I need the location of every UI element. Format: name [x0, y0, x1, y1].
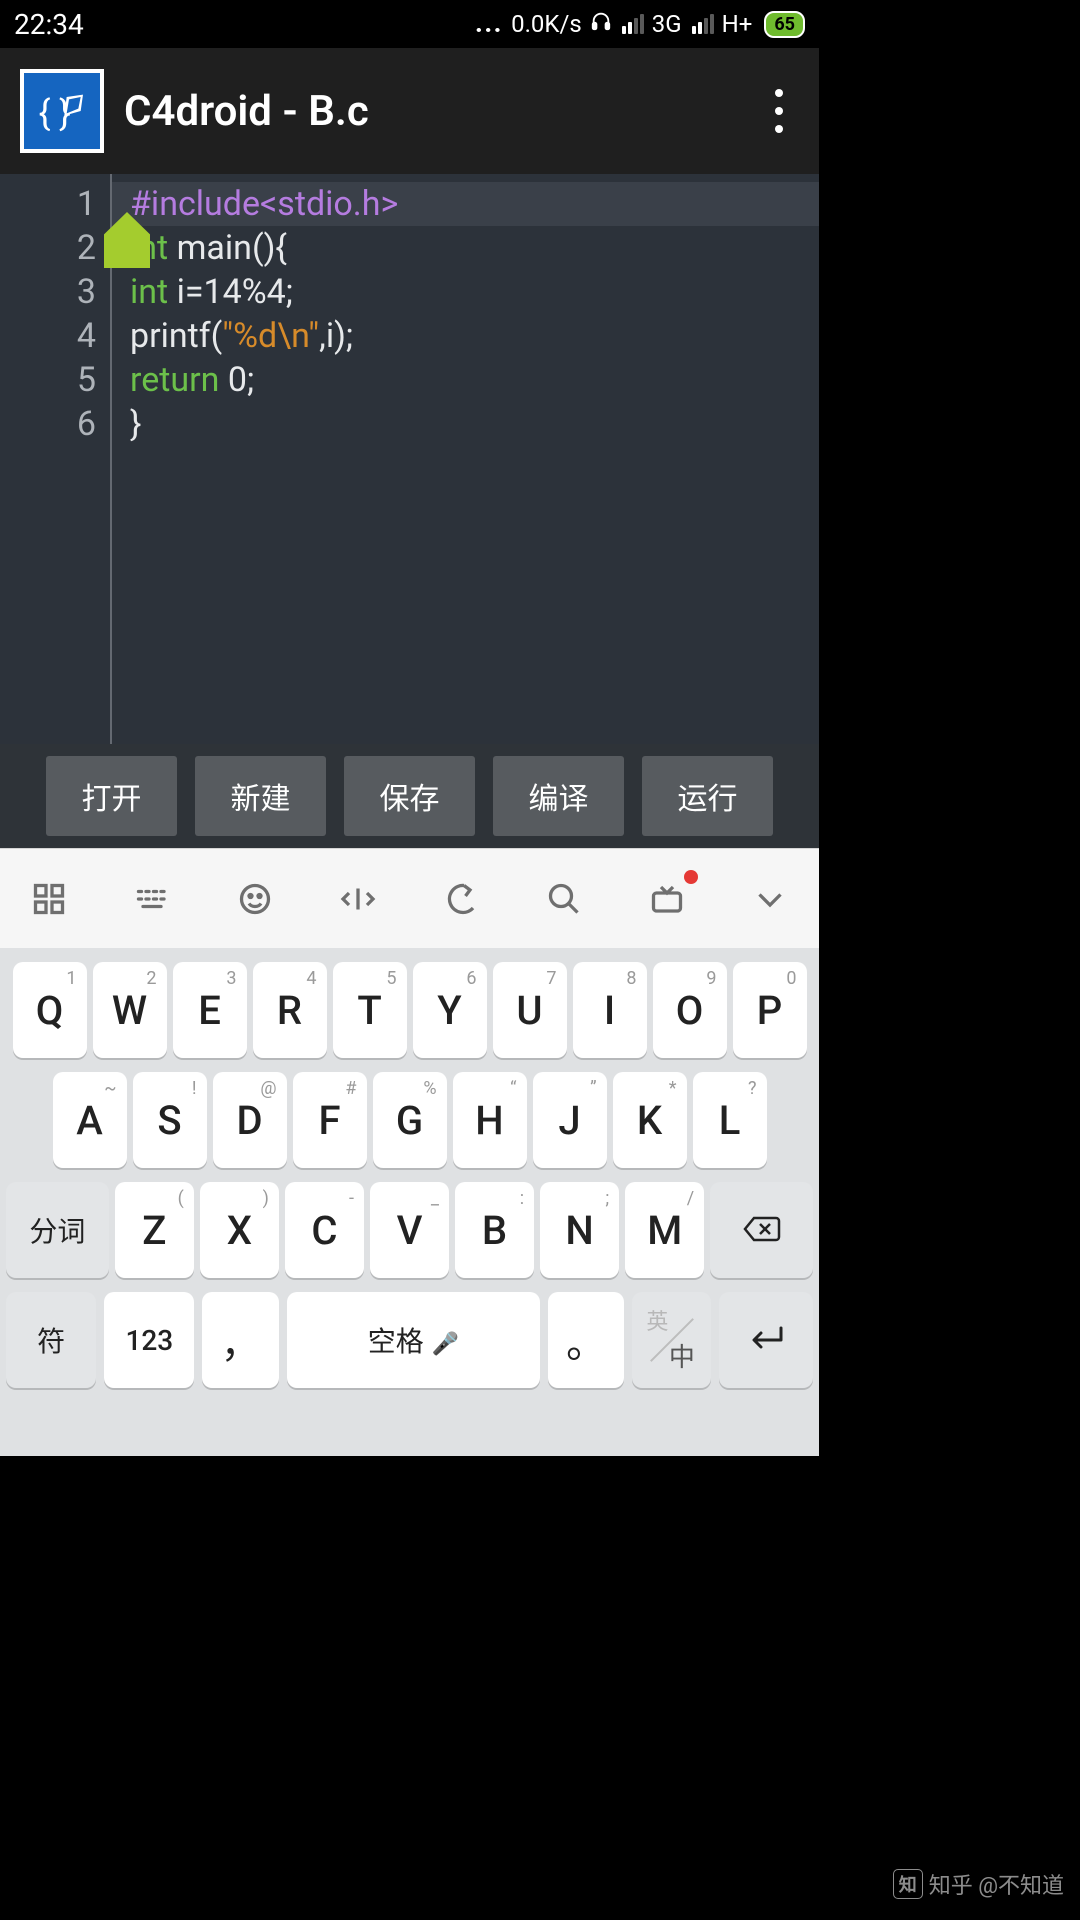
zhihu-watermark: 知 知乎 @不知道 [893, 1868, 1064, 1900]
enter-icon [745, 1317, 787, 1364]
period-key[interactable]: 。 [548, 1292, 624, 1388]
key-b[interactable]: :B [455, 1182, 534, 1278]
key-k[interactable]: *K [613, 1072, 687, 1168]
tv-icon[interactable] [644, 876, 690, 922]
app-title: C4droid - B.c [124, 87, 369, 136]
key-g[interactable]: %G [373, 1072, 447, 1168]
code-line: int main(){ [130, 226, 819, 270]
emoji-icon[interactable] [232, 876, 278, 922]
key-q[interactable]: 1Q [13, 962, 87, 1058]
key-i[interactable]: 8I [573, 962, 647, 1058]
key-r[interactable]: 4R [253, 962, 327, 1058]
code-line: } [130, 402, 819, 446]
key-j[interactable]: ”J [533, 1072, 607, 1168]
key-a[interactable]: ~A [53, 1072, 127, 1168]
key-e[interactable]: 3E [173, 962, 247, 1058]
key-w[interactable]: 2W [93, 962, 167, 1058]
key-o[interactable]: 9O [653, 962, 727, 1058]
line-number: 4 [0, 314, 96, 358]
key-v[interactable]: _V [370, 1182, 449, 1278]
new-button[interactable]: 新建 [195, 756, 326, 836]
backspace-icon [742, 1207, 782, 1254]
zhihu-logo-icon: 知 [893, 1869, 923, 1899]
key-p[interactable]: 0P [733, 962, 807, 1058]
run-button[interactable]: 运行 [642, 756, 773, 836]
code-line: int i=14%4; [130, 270, 819, 314]
code-line: printf("%d\n",i); [130, 314, 819, 358]
keyboard-layout-icon[interactable] [129, 876, 175, 922]
clock: 22:34 [14, 8, 84, 41]
carrier-2: H+ [722, 10, 753, 38]
compile-button[interactable]: 编译 [493, 756, 624, 836]
line-number: 6 [0, 402, 96, 446]
watermark-text: 知乎 @不知道 [929, 1868, 1064, 1900]
line-number-gutter: 1 2 3 4 5 6 [0, 174, 112, 744]
comma-key[interactable]: ， [202, 1292, 278, 1388]
editor-toolbar: 打开 新建 保存 编译 运行 [0, 744, 819, 848]
key-z[interactable]: (Z [115, 1182, 194, 1278]
code-line: return 0; [130, 358, 819, 402]
overflow-menu-button[interactable] [759, 89, 799, 133]
virtual-keyboard: 1Q2W3E4R5T6Y7U8I9O0P ~A!S@D#F%G“H”J*K?L … [0, 948, 819, 1456]
language-switch-key[interactable]: 英中 [632, 1292, 710, 1388]
battery-icon: 65 [764, 11, 805, 38]
backspace-key[interactable] [710, 1182, 813, 1278]
text-cursor-handle-icon[interactable] [104, 212, 150, 268]
key-c[interactable]: -C [285, 1182, 364, 1278]
ime-toolbar [0, 848, 819, 948]
line-number: 3 [0, 270, 96, 314]
space-key[interactable]: 空格🎤 [287, 1292, 540, 1388]
carrier-1: 3G [652, 10, 682, 38]
line-number: 2 [0, 226, 96, 270]
key-t[interactable]: 5T [333, 962, 407, 1058]
cursor-move-icon[interactable] [335, 876, 381, 922]
grid-icon[interactable] [26, 876, 72, 922]
status-bar: 22:34 ... 0.0K/s 3G H+ 65 [0, 0, 819, 48]
key-u[interactable]: 7U [493, 962, 567, 1058]
enter-key[interactable] [719, 1292, 813, 1388]
key-s[interactable]: !S [133, 1072, 207, 1168]
key-x[interactable]: )X [200, 1182, 279, 1278]
net-speed: 0.0K/s [511, 10, 582, 38]
notification-dot-icon [684, 870, 698, 884]
line-number: 1 [0, 182, 96, 226]
code-editor[interactable]: 1 2 3 4 5 6 #include<stdio.h> int main()… [0, 174, 819, 744]
code-line: #include<stdio.h> [112, 182, 819, 226]
clipboard-icon[interactable] [438, 876, 484, 922]
app-icon: { } [20, 69, 104, 153]
key-y[interactable]: 6Y [413, 962, 487, 1058]
key-m[interactable]: /M [625, 1182, 704, 1278]
signal-1-icon [622, 14, 644, 34]
key-h[interactable]: “H [453, 1072, 527, 1168]
symbols-key[interactable]: 符 [6, 1292, 96, 1388]
open-button[interactable]: 打开 [46, 756, 177, 836]
search-icon[interactable] [541, 876, 587, 922]
segment-key[interactable]: 分词 [6, 1182, 109, 1278]
key-l[interactable]: ?L [693, 1072, 767, 1168]
collapse-keyboard-icon[interactable] [747, 876, 793, 922]
numbers-key[interactable]: 123 [104, 1292, 194, 1388]
line-number: 5 [0, 358, 96, 402]
key-f[interactable]: #F [293, 1072, 367, 1168]
headphones-icon [590, 10, 612, 38]
app-bar: { } C4droid - B.c [0, 48, 819, 174]
code-area[interactable]: #include<stdio.h> int main(){ int i=14%4… [112, 174, 819, 744]
save-button[interactable]: 保存 [344, 756, 475, 836]
more-indicator-icon: ... [475, 10, 503, 38]
key-d[interactable]: @D [213, 1072, 287, 1168]
key-n[interactable]: ;N [540, 1182, 619, 1278]
mic-icon: 🎤 [432, 1332, 459, 1357]
signal-2-icon [692, 14, 714, 34]
